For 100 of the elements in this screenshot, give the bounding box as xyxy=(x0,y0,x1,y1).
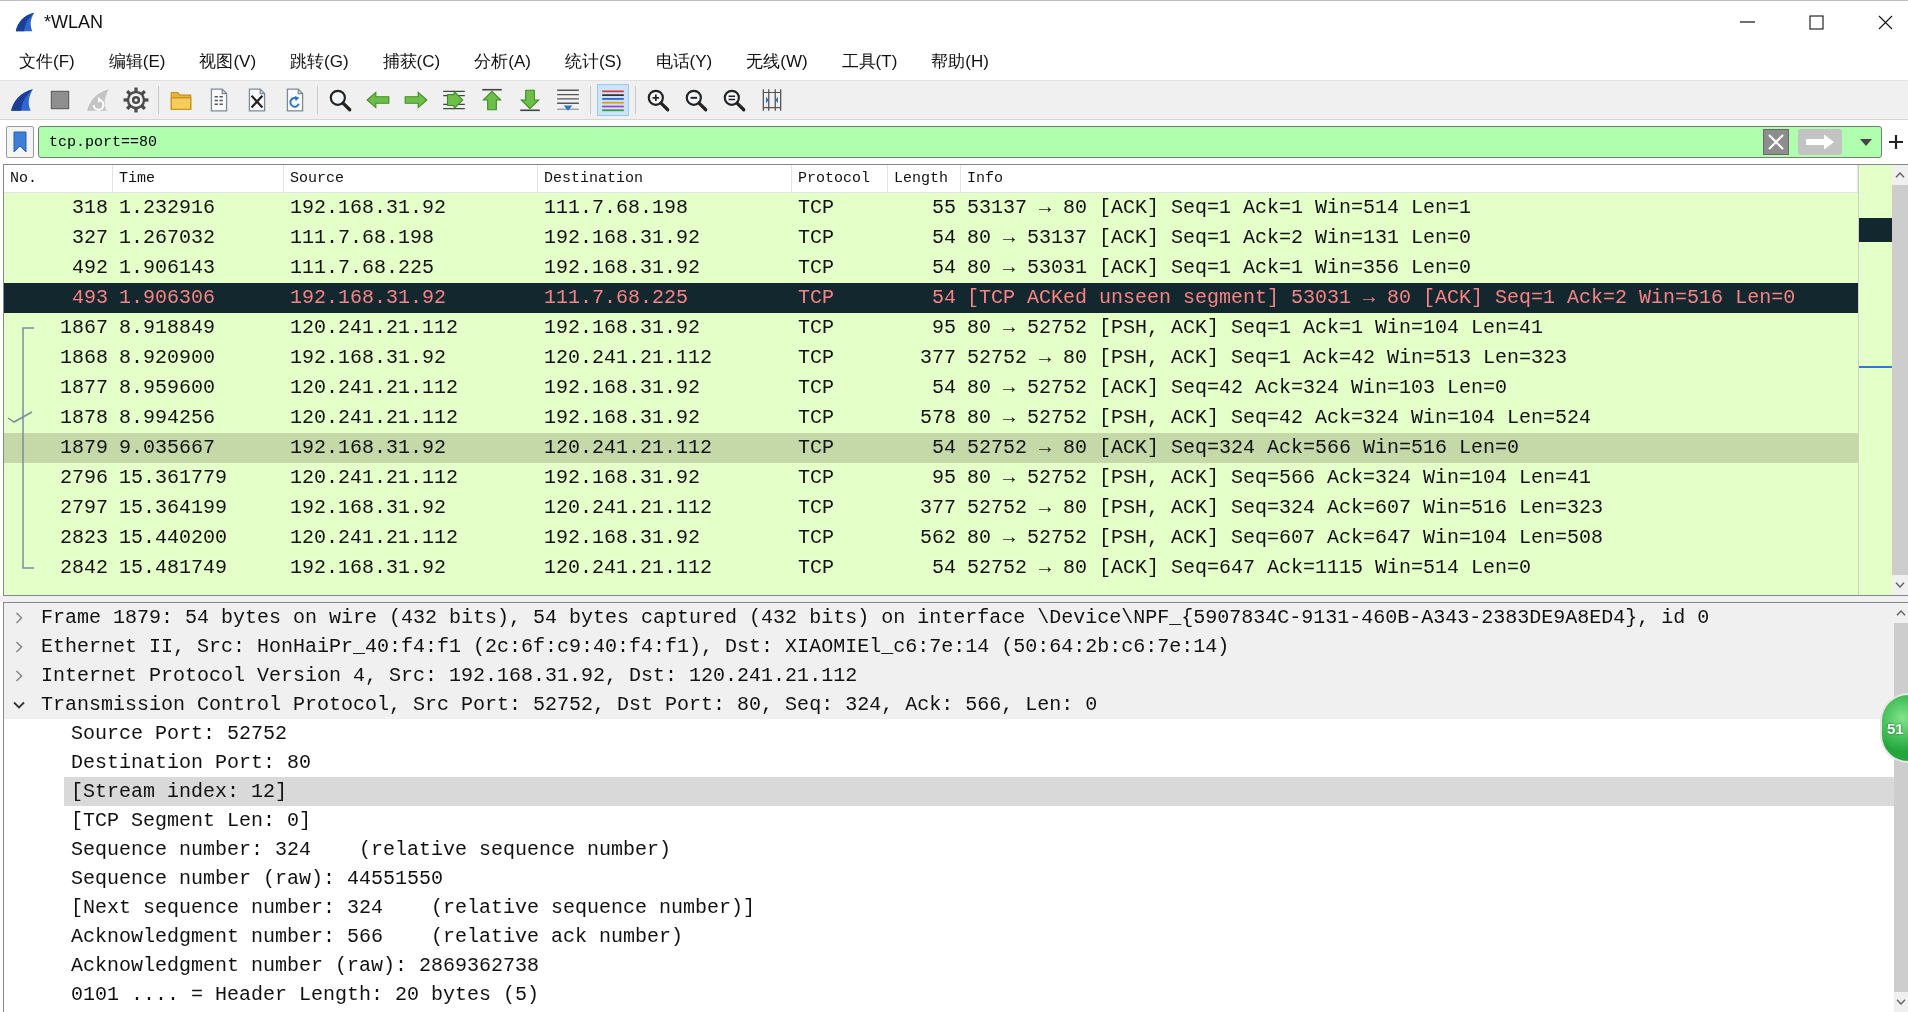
table-cell-text: 9.035667 xyxy=(118,435,216,461)
table-cell-text: TCP xyxy=(797,375,835,401)
chevron-up-icon[interactable] xyxy=(1895,172,1905,178)
table-cell-text: TCP xyxy=(797,195,835,221)
table-cell-text: 192.168.31.92 xyxy=(543,405,702,431)
tree-item[interactable]: Internet Protocol Version 4, Src: 192.168.31.92, Dst: 120.241.21.112 xyxy=(4,661,1894,690)
filter-field[interactable]: tcp.port==80 xyxy=(38,126,1882,158)
table-cell-text: 52752 → 80 [ACK] Seq=647 Ack=1115 Win=514 Len=0 xyxy=(966,555,1533,581)
column-header[interactable]: Length xyxy=(888,165,961,192)
chevron-up-icon[interactable] xyxy=(1896,610,1906,616)
table-cell-text: 120.241.21.112 xyxy=(289,315,460,341)
menu-item[interactable]: 无线(W) xyxy=(729,46,825,77)
table-cell-text: 192.168.31.92 xyxy=(289,345,448,371)
tree-item[interactable]: [TCP Segment Len: 0] xyxy=(64,806,318,835)
chevron-down-icon[interactable] xyxy=(1896,999,1906,1005)
list-arrow-icon xyxy=(441,87,467,113)
menu-item[interactable]: 工具(T) xyxy=(824,46,915,77)
table-cell-text: 95 xyxy=(931,465,957,491)
shark-fin-icon xyxy=(14,11,36,33)
menu-item[interactable]: 统计(S) xyxy=(547,46,639,77)
table-cell-text: 1867 xyxy=(59,315,109,341)
table-cell-text: 8.959600 xyxy=(118,375,216,401)
bookmark-button[interactable] xyxy=(6,126,34,158)
table-cell-text: 377 xyxy=(919,345,957,371)
table-cell-text: 120.241.21.112 xyxy=(543,495,714,521)
table-cell-text: 492 xyxy=(71,255,109,281)
column-header[interactable]: Protocol xyxy=(792,165,888,192)
table-cell-text: 111.7.68.198 xyxy=(543,195,690,221)
packet-row[interactable]: 493 1.906306 192.168.31.92 111.7.68.225 TCP 54 [TCP ACKed unseen segment] 53031 → 80 [ACK] Seq=1 Ack=2 Win=516 Len=0 xyxy=(4,283,1858,313)
table-cell-text: TCP xyxy=(797,285,835,311)
column-header[interactable]: No. xyxy=(4,165,113,192)
tree-item[interactable]: Destination Port: 80 xyxy=(64,748,318,777)
tree-item[interactable]: 0101 .... = Header Length: 20 bytes (5) xyxy=(64,980,546,1009)
colorize-button[interactable] xyxy=(597,84,629,116)
clear-filter-button[interactable] xyxy=(1763,129,1789,155)
arrow-down-bar-icon xyxy=(517,87,543,113)
table-cell-text: 327 xyxy=(71,225,109,251)
table-cell-text: 80 → 52752 [PSH, ACK] Seq=1 Ack=1 Win=104 Len=41 xyxy=(966,315,1545,341)
table-cell-text: 55 xyxy=(931,195,957,221)
menu-item[interactable]: 帮助(H) xyxy=(914,46,1006,77)
zoom-reset-icon xyxy=(721,87,747,113)
table-cell-text: 2796 xyxy=(59,465,109,491)
table-cell-text: 493 xyxy=(71,285,109,311)
list-triangle-icon xyxy=(555,87,581,113)
menu-item[interactable]: 跳转(G) xyxy=(273,46,366,77)
table-cell-text: 192.168.31.92 xyxy=(543,375,702,401)
column-header[interactable]: Time xyxy=(113,165,284,192)
table-cell-text: 54 xyxy=(931,255,957,281)
menu-item[interactable]: 电话(Y) xyxy=(638,46,730,77)
table-cell-text: 8.918849 xyxy=(118,315,216,341)
table-cell-text: TCP xyxy=(797,255,835,281)
column-header[interactable]: Source xyxy=(284,165,538,192)
column-header[interactable]: Destination xyxy=(538,165,792,192)
table-cell-text: 192.168.31.92 xyxy=(289,285,448,311)
tree-item[interactable]: Frame 1879: 54 bytes on wire (432 bits), 54 bytes captured (432 bits) on interface \Device\NPF_{5907834C-9131-460B-A343-2383DE9A8ED4}, id 0 xyxy=(4,603,1894,632)
table-cell-text: 1877 xyxy=(59,375,109,401)
tree-item[interactable]: [Next sequence number: 324 (relative sequence number)] xyxy=(64,893,762,922)
tree-item[interactable]: Sequence number: 324 (relative sequence number) xyxy=(64,835,678,864)
tree-item[interactable]: Acknowledgment number (raw): 2869362738 xyxy=(64,951,546,980)
table-cell-text: TCP xyxy=(797,465,835,491)
table-cell-text: 120.241.21.112 xyxy=(289,405,460,431)
table-cell-text: 192.168.31.92 xyxy=(289,495,448,521)
menu-item[interactable]: 视图(V) xyxy=(182,46,274,77)
table-cell-text: TCP xyxy=(797,225,835,251)
menu-item[interactable]: 文件(F) xyxy=(2,46,92,77)
table-cell-text: 52752 → 80 [PSH, ACK] Seq=324 Ack=607 Win=516 Len=323 xyxy=(966,495,1605,521)
maximize-icon xyxy=(1808,14,1824,30)
tree-item[interactable]: Acknowledgment number: 566 (relative ack number) xyxy=(64,922,690,951)
table-cell-text: 111.7.68.225 xyxy=(543,285,690,311)
tree-item[interactable]: Transmission Control Protocol, Src Port: 52752, Dst Port: 80, Seq: 324, Ack: 566, Len: 0 xyxy=(4,690,1894,719)
table-cell-text: 2797 xyxy=(59,495,109,521)
table-cell-text: 1868 xyxy=(59,345,109,371)
tree-item[interactable]: Source Port: 52752 xyxy=(64,719,294,748)
table-cell-text: 192.168.31.92 xyxy=(289,435,448,461)
packet-row[interactable]: 1879 9.035667 192.168.31.92 120.241.21.112 TCP 54 52752 → 80 [ACK] Seq=324 Ack=566 Win=516 Len=0 xyxy=(4,433,1858,463)
packet-minimap[interactable] xyxy=(1858,165,1892,595)
tree-item[interactable]: [Stream index: 12] xyxy=(64,777,1894,806)
table-cell-text: 52752 → 80 [ACK] Seq=324 Ack=566 Win=516 Len=0 xyxy=(966,435,1521,461)
plus-icon xyxy=(1888,134,1904,150)
table-cell-text: 1878 xyxy=(59,405,109,431)
table-cell-text: 53137 → 80 [ACK] Seq=1 Ack=1 Win=514 Len=1 xyxy=(966,195,1473,221)
table-cell-text: 1.267032 xyxy=(118,225,216,251)
table-cell-text: 8.920900 xyxy=(118,345,216,371)
table-cell-text: 192.168.31.92 xyxy=(289,195,448,221)
table-cell-text: 318 xyxy=(71,195,109,221)
table-cell-text: 562 xyxy=(919,525,957,551)
tree-item[interactable]: Ethernet II, Src: HonHaiPr_40:f4:f1 (2c:6f:c9:40:f4:f1), Dst: XIAOMIEl_c6:7e:14 (50:64:2b:c6:7e:14) xyxy=(4,632,1894,661)
table-cell-text: 54 xyxy=(931,435,957,461)
table-cell-text: 15.440200 xyxy=(118,525,229,551)
table-cell-text: 120.241.21.112 xyxy=(543,435,714,461)
menu-item[interactable]: 捕获(C) xyxy=(365,46,458,77)
minimize-icon xyxy=(1739,21,1755,23)
table-cell-text: 192.168.31.92 xyxy=(289,555,448,581)
table-cell-text: 80 → 53031 [ACK] Seq=1 Ack=1 Win=356 Len=0 xyxy=(966,255,1473,281)
tree-item[interactable]: Sequence number (raw): 44551550 xyxy=(64,864,450,893)
table-cell-text: 80 → 52752 [PSH, ACK] Seq=566 Ack=324 Win=104 Len=41 xyxy=(966,465,1593,491)
table-cell-text: TCP xyxy=(797,315,835,341)
menu-item[interactable]: 分析(A) xyxy=(457,46,548,77)
chevron-down-icon[interactable] xyxy=(1895,582,1905,588)
menu-item[interactable]: 编辑(E) xyxy=(91,46,183,77)
